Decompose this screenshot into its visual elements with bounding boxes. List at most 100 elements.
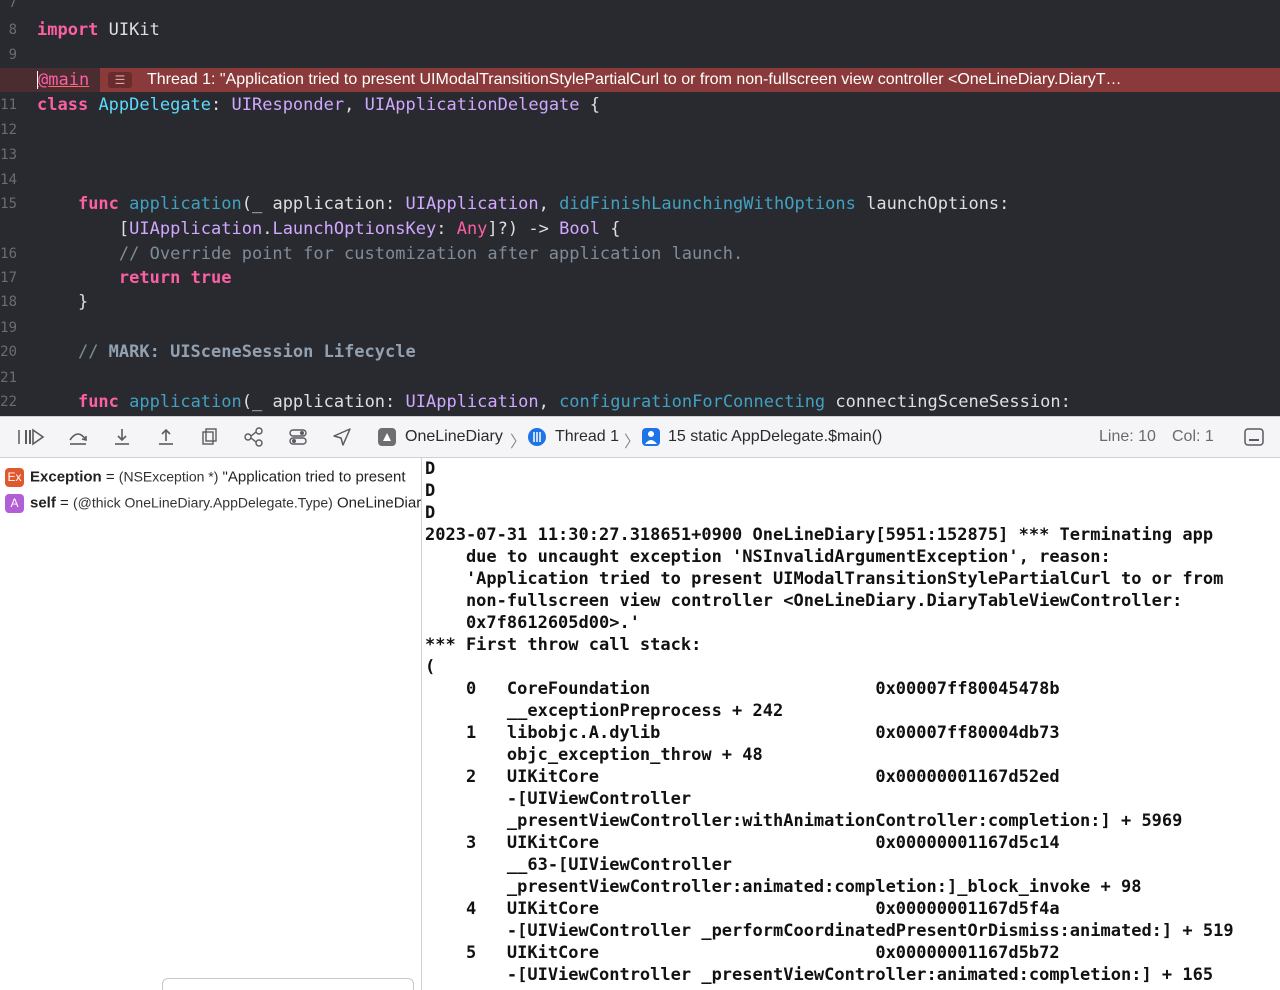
code-line-11[interactable]: class AppDelegate: UIResponder, UIApplic… [0,93,1280,117]
colon: : [211,95,232,115]
thread-icon [528,428,546,446]
breadcrumb-app[interactable]: OneLineDiary [405,428,503,446]
console-line: 1 libobjc.A.dylib 0x00007ff80004db73 [425,723,1060,743]
self-badge-icon: A [5,494,24,513]
params: (_ application: [241,194,406,214]
brace: } [77,292,89,312]
code-line-10-error[interactable]: @main ☰ Thread 1: "Application tried to … [0,68,1280,92]
variable-type: (@thick OneLineDiary.AppDelegate.Type) [72,494,333,511]
code-line-17[interactable]: return true [0,266,1280,290]
brace: { [600,219,621,239]
console-line: objc_exception_throw + 48 [425,745,763,765]
console-line: D [425,503,436,523]
variable-row-exception[interactable]: Ex Exception = (NSException *) "Applicati… [5,468,406,490]
console-line: *** First throw call stack: [425,635,702,655]
line-number: 9 [0,43,1280,67]
console-line: 'Application tried to present UIModalTra… [425,569,1224,589]
keyword-class: class [37,95,89,115]
breadcrumb-frame[interactable]: 15 static AppDelegate.$main() [668,428,882,446]
console-line: -[UIViewController _presentViewControlle… [425,965,1214,985]
code-line-16[interactable]: // Override point for customization afte… [0,242,1280,266]
memory-graph-icon[interactable] [243,426,267,448]
hide-debug-area-icon[interactable] [1243,426,1267,448]
superclass: UIResponder [231,95,345,115]
console-line: due to uncaught exception 'NSInvalidArgu… [425,547,1111,567]
exception-badge-icon: Ex [5,468,24,487]
keyword-func: func [77,392,119,412]
line-number: 19 [0,316,1280,340]
source-editor[interactable]: 78910111213141516171819202122 import UIK… [0,0,1280,416]
chevron-right-icon: 〉 [510,434,527,451]
line-number: 12 [0,118,1280,142]
error-banner[interactable]: ☰ Thread 1: "Application tried to presen… [100,68,1280,92]
error-lines-icon[interactable]: ☰ [108,72,132,88]
chevron-right-icon: 〉 [624,434,641,451]
attribute-main: main [48,70,90,90]
toggle-debug-area-icon[interactable] [8,426,20,448]
console-line: __exceptionPreprocess + 242 [425,701,784,721]
param-label: configurationForConnecting [559,392,826,412]
debug-view-hierarchy-icon[interactable] [199,426,223,448]
code-line-8[interactable]: import UIKit [0,18,1280,42]
comment: // Override point for customization afte… [118,244,744,264]
step-over-icon[interactable] [67,426,91,448]
module-uikit: UIKit [108,20,160,40]
variable-value: OneLineDiary.AppDelegate [336,494,422,512]
code-line-15-cont[interactable]: [UIApplication.LaunchOptionsKey: Any]?) … [0,217,1280,241]
console-line: 2023-07-31 11:30:27.318651+0900 OneLineD… [425,525,1214,545]
keyword-import: import [37,20,99,40]
console-line: 0x7f8612605d00>.' [425,613,640,633]
console-line: 2 UIKitCore 0x00000001167d52ed [425,767,1060,787]
step-out-icon[interactable] [155,426,179,448]
console-line: D [425,459,436,479]
environment-overrides-icon[interactable] [287,426,311,448]
console-line: __63-[UIViewController [425,855,733,875]
line-number: 13 [0,143,1280,167]
code-line-18[interactable]: } [0,290,1280,314]
type-uiapplication: UIApplication [129,219,263,239]
variable-row-self[interactable]: Aself = (@thick OneLineDiary.AppDelegate… [5,494,422,516]
variable-name: Exception [30,468,102,486]
variable-value: "Application tried to present [218,468,406,486]
column-indicator: Col: 1 [1172,428,1214,445]
punctuation: ]?) -> [487,219,560,239]
bracket: [ [118,219,130,239]
param-label: didFinishLaunchingWithOptions [559,194,856,214]
equals: = [101,468,119,486]
simulate-location-icon[interactable] [331,426,355,448]
func-name: application [129,392,242,412]
class-name: AppDelegate [98,95,212,115]
console-line: D [425,481,436,501]
keyword-any: Any [456,219,488,239]
params: (_ application: [241,392,406,412]
comment-prefix: // [77,342,109,362]
console-line: 0 CoreFoundation 0x00007ff80045478b [425,679,1060,699]
equals: = [55,494,73,512]
line-number: 14 [0,168,1280,192]
breadcrumb-thread[interactable]: Thread 1 [555,428,619,446]
type-uiapplication: UIApplication [405,194,539,214]
line-number-text: 7 [8,0,17,11]
attr-at: @ [38,70,49,90]
console-line: -[UIViewController [425,789,692,809]
console-line: _presentViewController:animated:completi… [425,877,1142,897]
step-into-icon[interactable] [111,426,135,448]
code-line-15[interactable]: func application(_ application: UIApplic… [0,192,1280,216]
line-indicator: Line: 10 [1099,428,1156,445]
comma: , [344,95,365,115]
type-uiapplication: UIApplication [405,392,539,412]
param-name: connectingSceneSession: [825,392,1071,412]
console-output[interactable]: D D D 2023-07-31 11:30:27.318651+0900 OneLi… [422,458,1280,990]
code-line-22[interactable]: func application(_ application: UIApplic… [0,390,1280,414]
code-line-20[interactable]: // MARK: UISceneSession Lifecycle [0,340,1280,364]
console-line: -[UIViewController _performCoordinatedPr… [425,921,1234,941]
line-number-text: 14 [0,172,17,188]
variables-view[interactable]: Ex Exception = (NSException *) "Applicati… [0,458,422,990]
continue-icon[interactable] [23,426,47,448]
keyword-func: func [77,194,119,214]
debug-bar: OneLineDiary 〉 Thread 1 〉 15 static AppD… [0,416,1280,458]
variables-filter-input[interactable] [162,978,414,990]
variable-type: (NSException *) [118,468,219,485]
console-line: 5 UIKitCore 0x00000001167d5b72 [425,943,1060,963]
error-message: Thread 1: "Application tried to present … [147,71,1122,88]
